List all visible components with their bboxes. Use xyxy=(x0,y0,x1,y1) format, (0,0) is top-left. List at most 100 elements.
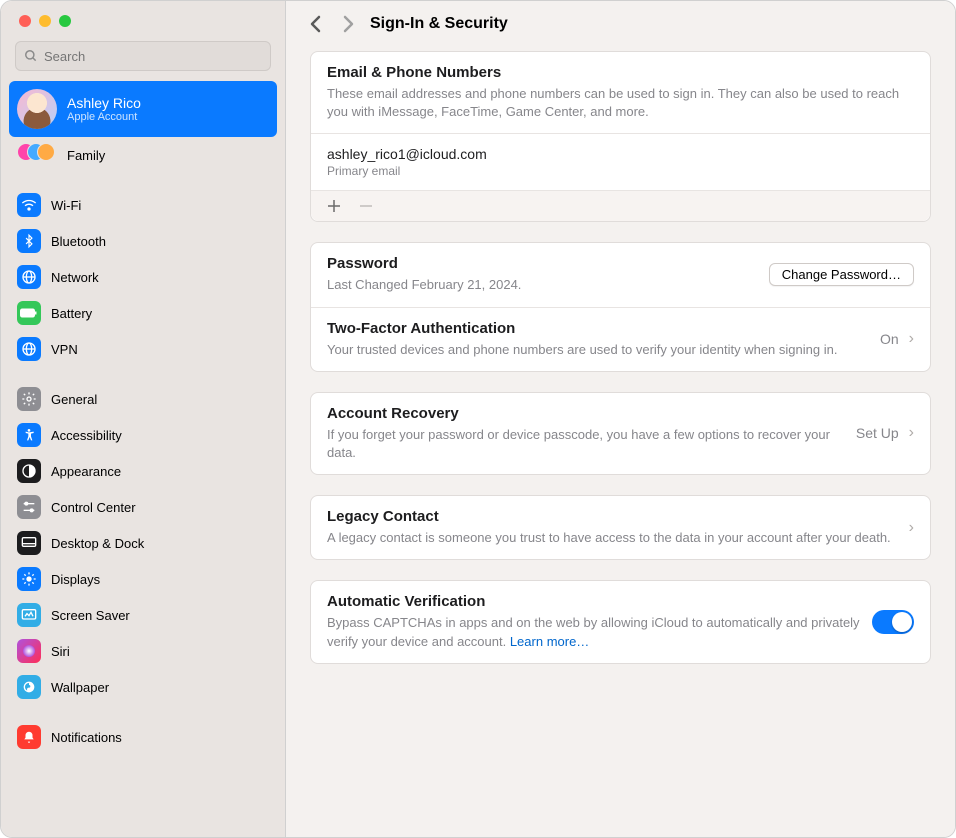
password-desc: Last Changed February 21, 2024. xyxy=(327,276,757,294)
nav-back-button[interactable] xyxy=(310,15,322,33)
sidebar-item-label: Control Center xyxy=(51,500,136,515)
search-field[interactable] xyxy=(15,41,271,71)
sidebar-item-battery[interactable]: Battery xyxy=(9,295,277,331)
email-phone-title: Email & Phone Numbers xyxy=(327,64,914,81)
sidebar-item-apple-account[interactable]: Ashley Rico Apple Account xyxy=(9,81,277,137)
sidebar-item-network[interactable]: Network xyxy=(9,259,277,295)
sidebar-item-wi-fi[interactable]: Wi-Fi xyxy=(9,187,277,223)
sidebar-item-label: Accessibility xyxy=(51,428,122,443)
sidebar-item-appearance[interactable]: Appearance xyxy=(9,453,277,489)
add-contact-method-button[interactable] xyxy=(325,197,343,215)
sidebar-item-label: VPN xyxy=(51,342,78,357)
sidebar-item-label: Displays xyxy=(51,572,100,587)
auto-verify-toggle[interactable] xyxy=(872,610,914,634)
two-factor-row[interactable]: Two-Factor Authentication Your trusted d… xyxy=(311,307,930,371)
two-factor-status: On xyxy=(880,331,899,347)
account-type: Apple Account xyxy=(67,111,141,123)
auto-verify-title: Automatic Verification xyxy=(327,593,860,610)
sidebar-item-vpn[interactable]: VPN xyxy=(9,331,277,367)
recovery-status: Set Up xyxy=(856,425,899,441)
control-center-icon xyxy=(17,495,41,519)
family-avatars-icon xyxy=(17,143,57,167)
sidebar-item-label: Appearance xyxy=(51,464,121,479)
change-password-button[interactable]: Change Password… xyxy=(769,263,914,286)
sidebar-item-general[interactable]: General xyxy=(9,381,277,417)
recovery-desc: If you forget your password or device pa… xyxy=(327,426,844,462)
legacy-contact-card: Legacy Contact A legacy contact is someo… xyxy=(310,495,931,560)
account-name: Ashley Rico xyxy=(67,95,141,111)
sidebar: Ashley Rico Apple Account Family Wi-Fi Bl… xyxy=(1,1,286,837)
vpn-icon xyxy=(17,337,41,361)
two-factor-title: Two-Factor Authentication xyxy=(327,320,868,337)
sidebar-item-bluetooth[interactable]: Bluetooth xyxy=(9,223,277,259)
chevron-right-icon: › xyxy=(909,519,914,537)
wifi-icon xyxy=(17,193,41,217)
email-entry[interactable]: ashley_rico1@icloud.com Primary email xyxy=(311,133,930,190)
sidebar-item-screen-saver[interactable]: Screen Saver xyxy=(9,597,277,633)
account-recovery-card: Account Recovery If you forget your pass… xyxy=(310,392,931,475)
email-phone-footer xyxy=(311,190,930,221)
auto-verification-row: Automatic Verification Bypass CAPTCHAs i… xyxy=(311,581,930,662)
learn-more-link[interactable]: Learn more… xyxy=(510,634,589,649)
minimize-window-button[interactable] xyxy=(39,15,51,27)
sidebar-item-label: Desktop & Dock xyxy=(51,536,144,551)
sidebar-item-label: Notifications xyxy=(51,730,122,745)
password-title: Password xyxy=(327,255,757,272)
accessibility-icon xyxy=(17,423,41,447)
battery-icon xyxy=(17,301,41,325)
main-content: Sign-In & Security Email & Phone Numbers… xyxy=(286,1,955,837)
search-input[interactable] xyxy=(44,49,262,64)
recovery-title: Account Recovery xyxy=(327,405,844,422)
remove-contact-method-button xyxy=(357,197,375,215)
sidebar-item-label: Network xyxy=(51,270,99,285)
legacy-contact-row[interactable]: Legacy Contact A legacy contact is someo… xyxy=(311,496,930,559)
close-window-button[interactable] xyxy=(19,15,31,27)
sidebar-item-desktop-dock[interactable]: Desktop & Dock xyxy=(9,525,277,561)
legacy-desc: A legacy contact is someone you trust to… xyxy=(327,529,897,547)
page-title: Sign-In & Security xyxy=(370,15,508,33)
auto-verify-desc: Bypass CAPTCHAs in apps and on the web b… xyxy=(327,614,860,650)
password-twofactor-card: Password Last Changed February 21, 2024.… xyxy=(310,242,931,371)
sidebar-item-wallpaper[interactable]: Wallpaper xyxy=(9,669,277,705)
email-phone-card: Email & Phone Numbers These email addres… xyxy=(310,51,931,222)
user-avatar xyxy=(17,89,57,129)
legacy-title: Legacy Contact xyxy=(327,508,897,525)
sidebar-item-label: Battery xyxy=(51,306,92,321)
maximize-window-button[interactable] xyxy=(59,15,71,27)
sidebar-item-accessibility[interactable]: Accessibility xyxy=(9,417,277,453)
sidebar-item-label: Wi-Fi xyxy=(51,198,81,213)
gear-icon xyxy=(17,387,41,411)
sidebar-item-label: Siri xyxy=(51,644,70,659)
chevron-right-icon: › xyxy=(909,330,914,348)
nav-forward-button[interactable] xyxy=(342,15,354,33)
siri-icon xyxy=(17,639,41,663)
email-phone-desc: These email addresses and phone numbers … xyxy=(327,85,914,121)
sidebar-item-family[interactable]: Family xyxy=(9,137,277,173)
sidebar-item-displays[interactable]: Displays xyxy=(9,561,277,597)
email-value: ashley_rico1@icloud.com xyxy=(327,146,914,162)
account-recovery-row[interactable]: Account Recovery If you forget your pass… xyxy=(311,393,930,474)
sidebar-item-label: Screen Saver xyxy=(51,608,130,623)
two-factor-desc: Your trusted devices and phone numbers a… xyxy=(327,341,868,359)
bluetooth-icon xyxy=(17,229,41,253)
sidebar-item-label: Family xyxy=(67,148,105,163)
sidebar-item-label: Wallpaper xyxy=(51,680,109,695)
appearance-icon xyxy=(17,459,41,483)
window-controls xyxy=(1,1,285,41)
sidebar-item-label: General xyxy=(51,392,97,407)
screen-saver-icon xyxy=(17,603,41,627)
chevron-right-icon: › xyxy=(909,424,914,442)
notifications-icon xyxy=(17,725,41,749)
auto-verification-card: Automatic Verification Bypass CAPTCHAs i… xyxy=(310,580,931,663)
email-type: Primary email xyxy=(327,164,914,178)
wallpaper-icon xyxy=(17,675,41,699)
sidebar-item-control-center[interactable]: Control Center xyxy=(9,489,277,525)
globe-icon xyxy=(17,265,41,289)
sidebar-item-notifications[interactable]: Notifications xyxy=(9,719,277,755)
desktop-dock-icon xyxy=(17,531,41,555)
sidebar-item-siri[interactable]: Siri xyxy=(9,633,277,669)
sidebar-item-label: Bluetooth xyxy=(51,234,106,249)
search-icon xyxy=(24,49,38,63)
displays-icon xyxy=(17,567,41,591)
main-header: Sign-In & Security xyxy=(286,1,955,51)
